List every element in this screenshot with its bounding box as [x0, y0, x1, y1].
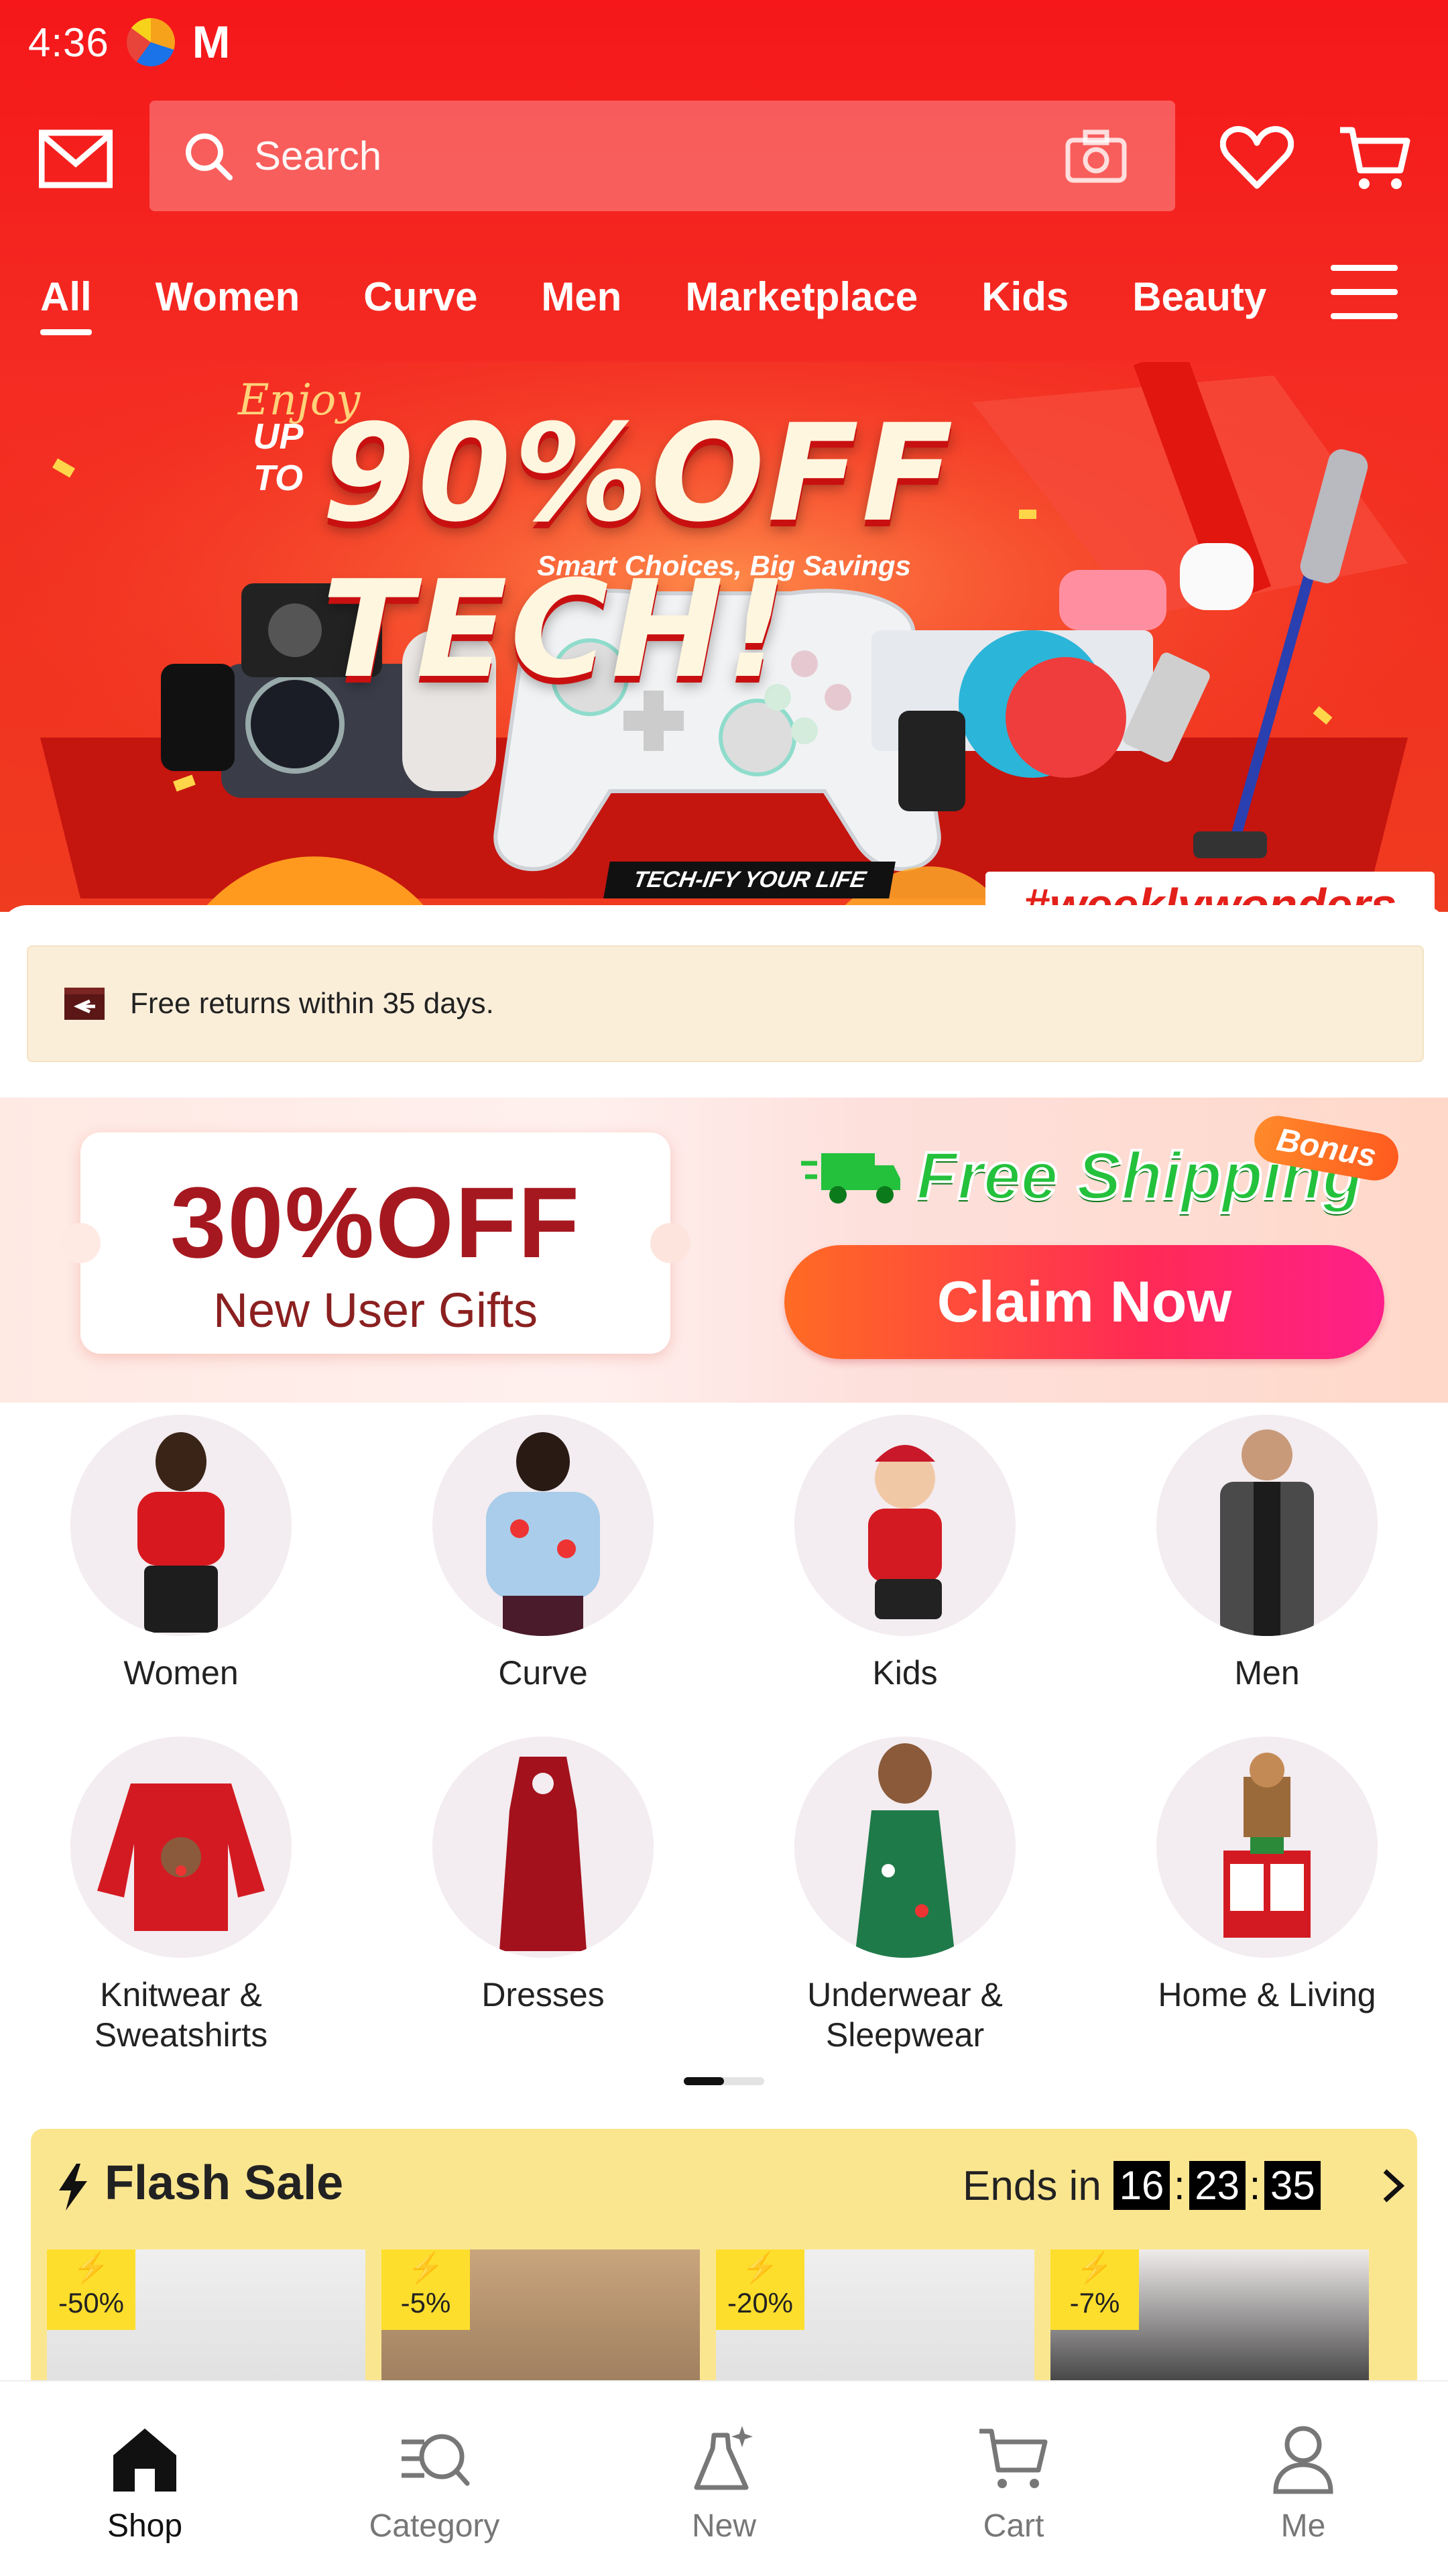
discount-badge: ⚡ -50% [47, 2249, 135, 2330]
category-search-icon [402, 2434, 470, 2486]
menu-icon[interactable] [1331, 265, 1398, 325]
category-label: Men [1234, 1654, 1300, 1692]
camera-icon[interactable] [1064, 128, 1128, 184]
search-input[interactable] [253, 132, 1064, 180]
discount-value: -50% [58, 2287, 125, 2319]
chevron-right-icon[interactable] [1380, 2166, 1406, 2206]
promo-upto: UP TO [253, 416, 304, 498]
timer-minutes: 23 [1189, 2161, 1246, 2210]
promo-tagline: TECH-IFY YOUR LIFE [603, 862, 896, 898]
timer-separator: : [1249, 2163, 1261, 2208]
category-label: Underwear & Sleepwear [807, 1976, 1003, 2054]
coupon-card: 30%OFF New User Gifts [60, 1132, 690, 1354]
category-image [432, 1737, 654, 1958]
search-bar[interactable] [149, 101, 1175, 211]
coupon-subtitle: New User Gifts [213, 1284, 538, 1338]
search-icon [186, 133, 233, 180]
category-knitwear[interactable]: Knitwear & Sweatshirts [34, 1737, 328, 2055]
nav-label: Cart [983, 2508, 1044, 2544]
category-image [1156, 1737, 1378, 1958]
cart-icon[interactable] [1337, 121, 1411, 194]
new-dress-icon [694, 2426, 753, 2490]
nav-shop[interactable]: Shop [0, 2382, 290, 2576]
timer-separator: : [1174, 2163, 1185, 2208]
category-image [70, 1737, 292, 1958]
nav-category[interactable]: Category [290, 2382, 579, 2576]
category-image [70, 1415, 292, 1636]
nav-label: Category [369, 2508, 500, 2544]
cart-icon [979, 2428, 1048, 2488]
discount-badge: ⚡ -5% [381, 2249, 470, 2330]
new-user-gift-banner[interactable]: 30%OFF New User Gifts Free Shipping Bonu… [0, 1098, 1448, 1403]
app-notification-icon [126, 18, 175, 66]
wishlist-heart-icon[interactable] [1220, 124, 1294, 191]
category-kids[interactable]: Kids [758, 1415, 1052, 1693]
free-returns-text: Free returns within 35 days. [130, 987, 494, 1020]
discount-value: -7% [1069, 2287, 1120, 2319]
tab-curve[interactable]: Curve [363, 261, 477, 342]
category-women[interactable]: Women [34, 1415, 328, 1693]
category-image [794, 1415, 1016, 1636]
category-tabs: All Women Curve Men Marketplace Kids Bea… [40, 261, 1330, 342]
category-image [432, 1415, 654, 1636]
flash-sale-ends-label: Ends in [963, 2163, 1101, 2209]
nav-label: Me [1280, 2508, 1326, 2544]
nav-label: Shop [107, 2508, 183, 2544]
category-label: Dresses [481, 1976, 605, 2013]
coupon-discount: 30%OFF [170, 1166, 581, 1279]
category-label: Kids [872, 1654, 938, 1692]
category-label: Home & Living [1158, 1976, 1376, 2013]
category-label: Curve [498, 1654, 588, 1692]
status-time: 4:36 [28, 19, 109, 65]
discount-badge: ⚡ -20% [716, 2249, 804, 2330]
timer-seconds: 35 [1264, 2161, 1321, 2210]
home-icon [113, 2428, 176, 2492]
tab-beauty[interactable]: Beauty [1132, 261, 1266, 342]
status-bar: 4:36 M [28, 12, 230, 72]
search-row [0, 101, 1448, 215]
category-image [794, 1737, 1016, 1958]
person-icon [1273, 2426, 1333, 2494]
content-sheet: Free returns within 35 days. 30%OFF New … [0, 905, 1448, 2451]
nav-me[interactable]: Me [1158, 2382, 1448, 2576]
category-image [1156, 1415, 1378, 1636]
flash-sale-section: Flash Sale Ends in 16 : 23 : 35 ⚡ -50% ⚡ -… [31, 2129, 1417, 2451]
tab-all[interactable]: All [40, 261, 92, 342]
tab-men[interactable]: Men [541, 261, 621, 342]
mail-notification-icon: M [192, 17, 231, 68]
lightning-icon: ⚡ [741, 2251, 779, 2284]
lightning-icon [59, 2164, 87, 2211]
category-underwear[interactable]: Underwear & Sleepwear [758, 1737, 1052, 2055]
truck-icon [801, 1153, 900, 1204]
category-curve[interactable]: Curve [396, 1415, 690, 1693]
messages-icon[interactable] [39, 129, 113, 189]
tab-kids[interactable]: Kids [981, 261, 1069, 342]
category-page-indicator [684, 2077, 764, 2085]
bottom-navigation: Shop Category New Cart Me [0, 2380, 1448, 2576]
discount-value: -20% [727, 2287, 794, 2319]
category-home-living[interactable]: Home & Living [1120, 1737, 1414, 2015]
category-men[interactable]: Men [1120, 1415, 1414, 1693]
header: 4:36 M All Wom [0, 0, 1448, 912]
discount-value: -5% [400, 2287, 451, 2319]
category-label: Women [123, 1654, 239, 1692]
tab-women[interactable]: Women [156, 261, 300, 342]
timer-hours: 16 [1113, 2161, 1170, 2210]
claim-now-button[interactable]: Claim Now [784, 1245, 1384, 1359]
nav-cart[interactable]: Cart [869, 2382, 1158, 2576]
flash-sale-title: Flash Sale [105, 2156, 344, 2210]
tab-marketplace[interactable]: Marketplace [685, 261, 918, 342]
nav-label: New [691, 2508, 757, 2544]
discount-badge: ⚡ -7% [1050, 2249, 1139, 2330]
free-returns-notice[interactable]: Free returns within 35 days. [27, 945, 1424, 1062]
return-box-icon [64, 988, 105, 1020]
category-label: Knitwear & Sweatshirts [94, 1976, 268, 2054]
category-dresses[interactable]: Dresses [396, 1737, 690, 2015]
lightning-icon: ⚡ [407, 2251, 444, 2284]
promo-subtitle: Smart Choices, Big Savings [537, 550, 911, 581]
lightning-icon: ⚡ [1076, 2251, 1113, 2284]
flash-sale-timer: 16 : 23 : 35 [1113, 2161, 1321, 2210]
nav-new[interactable]: New [579, 2382, 869, 2576]
lightning-icon: ⚡ [72, 2251, 110, 2284]
